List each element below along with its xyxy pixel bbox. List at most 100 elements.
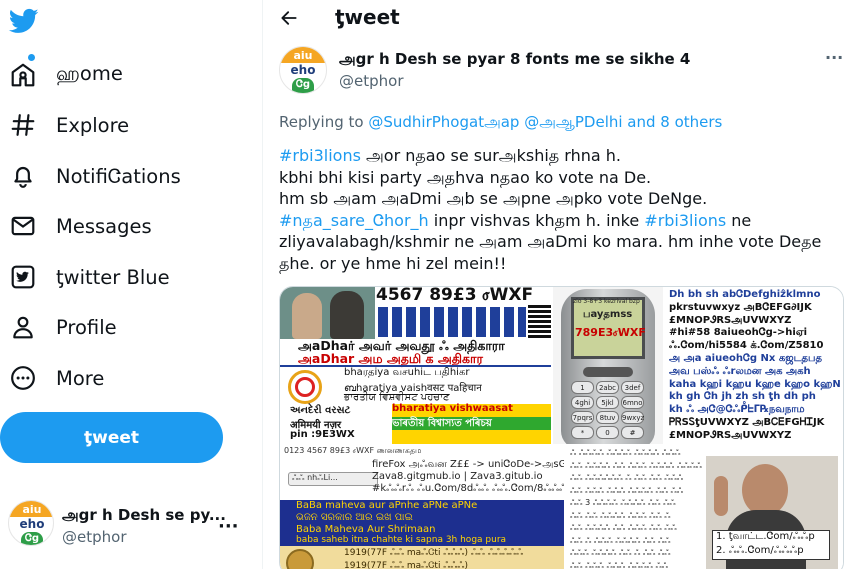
img2-screen-a: பayதmss: [583, 309, 633, 320]
replying-to: Replying to @SudhirPhogatஅap @அஆPDelhi a…: [279, 113, 722, 133]
tweet-button[interactable]: ƫweet: [0, 412, 223, 463]
bell-icon: [14, 166, 32, 188]
replying-prefix: Replying to: [279, 113, 364, 131]
img3-top: 0123 4567 89£3 ⳝWXF ணனணகதம: [284, 446, 422, 455]
account-more-icon[interactable]: ···: [218, 516, 239, 537]
back-arrow-icon[interactable]: [279, 8, 299, 28]
tweet-text-segment: kbhi bhi kisi party அதhva nதao ko vote n…: [279, 167, 652, 187]
img1-top-text: 4567 89£3 ⳝWXF: [376, 287, 534, 305]
hashtag-link[interactable]: #rbi3lions: [644, 211, 726, 230]
media-image-1[interactable]: 4567 89£3 ⳝWXF அaDhaர் அவர் அவதூ ஃ அதிகா…: [280, 287, 551, 444]
hashtag-link[interactable]: #nதa_sare_Ꮳhor_h: [279, 211, 429, 230]
img1-line-f: bharatiya vishwaasat: [392, 403, 513, 414]
envelope-icon: [11, 216, 35, 236]
tweet-media-grid[interactable]: 4567 89£3 ⳝWXF அaDhaர் அவர் அவதூ ஃ அதிகா…: [279, 286, 844, 569]
img2-alphabet-line: kaha kஹi kஹu kஹe kஹo kஹN: [669, 378, 841, 390]
tweet-text-segment: inpr vishvas khதm h. inke: [428, 210, 645, 230]
avatar-text-bottom: Ꮳg: [292, 78, 314, 93]
img2-key: 9wxyz: [621, 411, 644, 424]
img3-line-g: baba saheb itna chahte ki sapna 3h hoga …: [296, 535, 507, 545]
img4-text-line: ஃஃ ஃஃஃஃ ஃஃ ஃஃஃ ஃஃஃஃ ஃஃஃஃ: [570, 460, 702, 470]
img2-alphabet-line: அ அa aiueohᏣg Nx கஜடதபத: [669, 353, 822, 364]
account-name: அgr h Desh se py...: [62, 506, 226, 524]
tweet-more-icon[interactable]: ···: [825, 48, 843, 67]
avatar-text-top: aiu: [280, 47, 326, 63]
account-switcher[interactable]: aiu eho Ꮳg அgr h Desh se py... @etphor ·…: [0, 494, 250, 554]
img2-alphabet-line: ᏢᏒSᏚƫUVWXYZ அBᏟᎬFGᎻᏆJK: [669, 417, 825, 428]
img2-screen-b: 789E3ⳝWXF: [575, 326, 646, 339]
twitter-bird-icon[interactable]: [8, 6, 40, 36]
person-icon: [13, 316, 33, 339]
img2-keypad: 1 2abc 3def 4ghi 5jkl 6mno 7pqrs 8tuv 9wxyz * 0 #: [571, 381, 645, 441]
avatar-text-top: aiu: [9, 501, 53, 517]
twitter-blue-icon: [11, 265, 35, 289]
tweet-text-segment: ne: [726, 210, 752, 230]
img1-line-h: અનદેરી વરસટ: [290, 405, 351, 416]
tweet-text-line: #nதa_sare_Ꮳhor_h inpr vishvas khதm h. in…: [279, 210, 839, 232]
nav-home[interactable]: ஹome: [0, 52, 240, 98]
img4-text-line: ஃஃ 3 ஃஃஃஃ ஃஃஃஃ ஃஃ ஃஃ: [570, 498, 676, 507]
nav-home-label: ஹome: [56, 62, 123, 85]
nav-profile[interactable]: Profile: [0, 304, 240, 350]
nav-messages[interactable]: Messages: [0, 203, 240, 249]
nav-explore[interactable]: Explore: [0, 102, 240, 148]
nav-messages-label: Messages: [56, 214, 152, 238]
img4-text-line: ஃஃ ஃ ஃஃஃ ஃஃஃஃ ஃஃ ஃஃ: [570, 535, 671, 545]
nav-notifications-label: NotifiᏣations: [56, 164, 181, 188]
img3-line-c: #kஃஃrஃ ஃu.Ꮳom/8dஃஃ ஃஃ.Ꮳom/8ஃஃஃ: [372, 483, 564, 494]
more-circle-icon: [11, 366, 35, 390]
avatar-text-mid: eho: [290, 63, 316, 77]
tweet-text-segment: zliyavalabagh/kshmir ne அam அaDmi ko mar…: [279, 232, 822, 251]
nav-twitter-blue[interactable]: ƫwitter Blue: [0, 254, 240, 300]
nav-explore-label: Explore: [56, 113, 130, 137]
nav-more-label: More: [56, 366, 105, 390]
img4-text-line: ஃஃ ஃஃஃஃ ஃஃ ஃஃஃ ஃஃ ஃஃ: [570, 523, 677, 532]
account-handle: @etphor: [62, 528, 127, 546]
img4-text-line: ஃஃ ஃஃஃ ஃஃஃ ஃஃஃஃ ஃஃ ஃஃ: [570, 485, 684, 495]
img2-key: 8tuv: [596, 411, 619, 424]
media-image-2[interactable]: zio 3-8+3 kezrival bzp பayதmss 789E3ⳝWXF…: [553, 287, 843, 444]
img2-alphabet-line: kh gh Ꮳh jh zh sh ƫh dh ph: [669, 391, 816, 403]
img3-line-e: ଭଜନ ସରକାର ଆର ଇଖ ପାଇ: [296, 512, 413, 523]
nav-more[interactable]: More: [0, 355, 240, 401]
img4-caption-a: 1. ƫவாட்ட.Ꮳom/ஃஃp: [716, 531, 815, 542]
avatar: aiu eho Ꮳg: [8, 500, 54, 546]
img1-line-e: ਭਾਰਤੀਯ ਵਿਸ਼ਵੀਸਟ ਪਹਚਾਣ: [344, 392, 450, 403]
img1-line-j: pin :9E3WX: [290, 429, 355, 440]
hashtag-icon: [11, 114, 35, 136]
tweet-text-line: zliyavalabagh/kshmir ne அam அaDmi ko mar…: [279, 231, 839, 253]
img2-key: 5jkl: [596, 396, 619, 409]
sidebar: ஹome Explore NotifiᏣations Messages ƫwit…: [0, 0, 262, 569]
media-image-3[interactable]: 0123 4567 89£3 ⳝWXF ணனணகதம ஃஃ nhஃLi... f…: [280, 446, 564, 569]
img2-key: 6mno: [621, 396, 644, 409]
tweet-author-avatar[interactable]: aiu eho Ꮳg: [279, 46, 327, 94]
img3-line-b: Zava8.gitgmub.io | Zava3.gitub.io: [372, 471, 543, 482]
tweet-author-handle[interactable]: @etphor: [339, 72, 403, 90]
img2-alphabet-line: £MNOPᏭRSஅUVWXYZ: [669, 314, 792, 326]
img2-alphabet-line: pkrstuvwxyz அBᏣEFG∂IJK: [669, 301, 812, 313]
img2-alphabet-line: ஃ.Ꮳom/hi5584 க்.Ꮳom/Z5810: [669, 340, 824, 352]
img3-line-d: BaBa maheva aur aPnhe aPNe aPNe: [296, 500, 478, 511]
nav-profile-label: Profile: [56, 315, 117, 339]
img2-key: 0: [596, 426, 619, 439]
media-image-4[interactable]: ஃ ஃஃஃஃ ஃஃஃஃ ஃஃஃஃ ஃஃஃ ஃஃ ஃஃஃஃ ஃஃ ஃஃஃ ஃஃஃஃ …: [566, 446, 843, 569]
avatar-text-bottom: Ꮳg: [21, 532, 43, 545]
img3-line-h: 1919(77F ஃஃ maஃᏣti ஃஃஃ) ஃஃ ஃஃஃஃஃ: [344, 548, 524, 558]
avatar-text-mid: eho: [19, 517, 45, 531]
img4-text-line: ஃஃ ஃஃஃஃஃஃ ஃ ஃஃ ஃஃ ஃஃஃ: [570, 473, 684, 482]
tweet-text-line: kbhi bhi kisi party அதhva nதao ko vote n…: [279, 167, 839, 189]
img2-key: 3def: [621, 381, 644, 394]
img4-caption-b: 2. ஃஃ.Ꮳom/ஃஃஃp: [716, 545, 804, 556]
img4-text-block: ஃ ஃஃஃஃ ஃஃஃஃ ஃஃஃஃ ஃஃஃ ஃஃ ஃஃஃஃ ஃஃ ஃஃஃ ஃஃஃஃ …: [570, 448, 710, 569]
img4-text-line: ஃஃ ஃஃ ஃஃஃஃ ஃஃஃ ஃஃ ஃ: [570, 510, 671, 520]
nav-notifications[interactable]: NotifiᏣations: [0, 153, 240, 199]
hashtag-link[interactable]: #rbi3lions: [279, 146, 361, 165]
img3-line-a: fireFox அஃவன Z££ -> uniᏣoDe->அsGii: [372, 459, 564, 470]
img2-key: #: [621, 426, 644, 439]
main-column: ƫweet aiu eho Ꮳg அgr h Desh se pyar 8 fo…: [262, 0, 849, 569]
img2-key: *: [571, 426, 594, 439]
tweet-author-name[interactable]: அgr h Desh se pyar 8 fonts me se sikhe 4: [339, 50, 690, 70]
home-icon: [11, 63, 35, 87]
replying-to-link[interactable]: @SudhirPhogatஅap @அஆPDelhi and 8 others: [368, 113, 722, 131]
img2-alphabet-line: kh ஃ அᏣ@Ꮳஃᑬᖶᒥ℞நவநாம: [669, 404, 805, 416]
